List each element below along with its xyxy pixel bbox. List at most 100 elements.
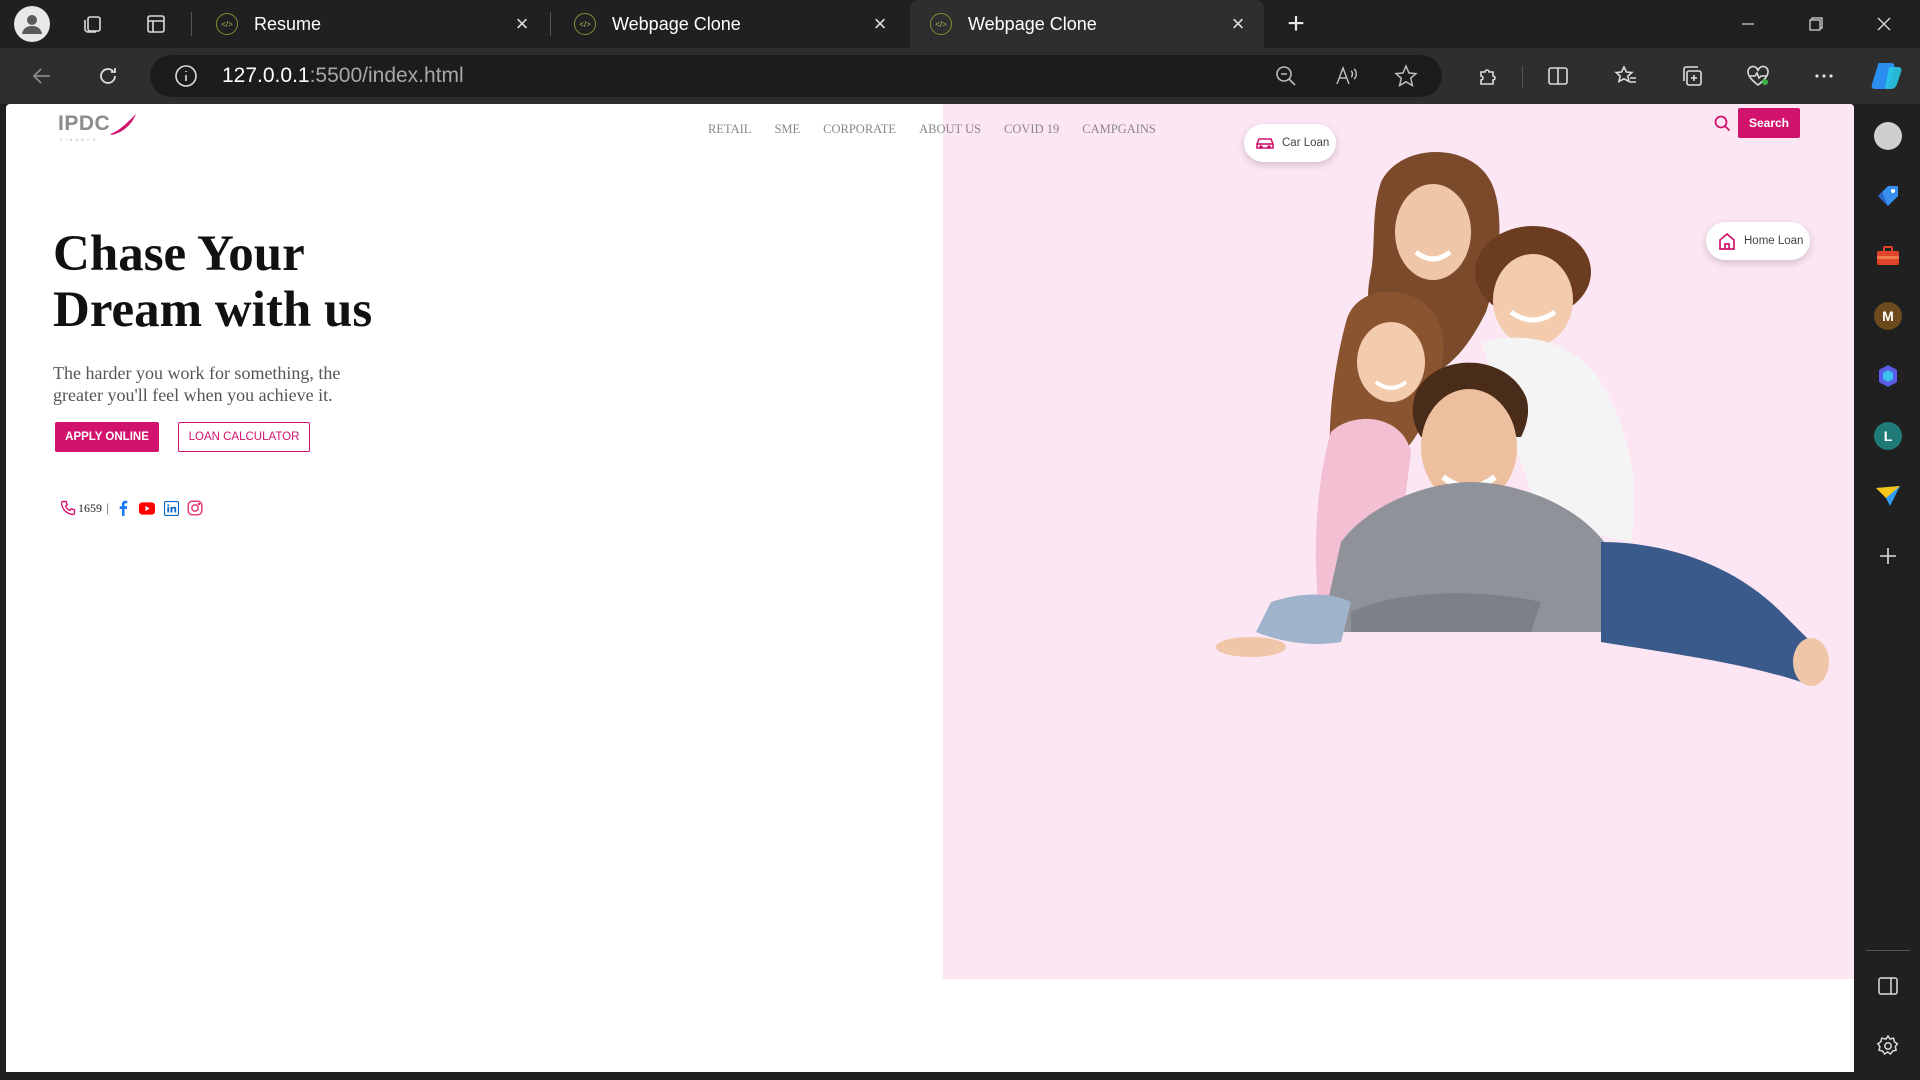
logo-swoosh-icon — [110, 114, 136, 135]
apply-online-button[interactable]: APPLY ONLINE — [55, 422, 159, 452]
home-loan-pill[interactable]: Home Loan — [1706, 222, 1810, 260]
main-nav: RETAIL SME CORPORATE ABOUT US COVID 19 C… — [708, 122, 1179, 137]
collections-icon — [1683, 66, 1702, 86]
hotline-number[interactable]: 1659 — [78, 501, 102, 516]
read-aloud-icon[interactable] — [1334, 64, 1360, 93]
contact-separator: | — [106, 501, 110, 515]
new-tab-button[interactable]: + — [1278, 6, 1314, 42]
tab-separator — [191, 12, 192, 36]
send-arrow-icon[interactable] — [1872, 480, 1904, 512]
sidebar-profile-circle[interactable] — [1872, 120, 1904, 152]
site-info-icon[interactable] — [174, 64, 198, 88]
url-text: 127.0.0.1:5500/index.html — [222, 64, 464, 87]
sidebar-settings-button[interactable] — [1872, 1030, 1904, 1062]
edge-sidebar: M L — [1856, 104, 1920, 1080]
refresh-icon — [100, 68, 116, 84]
shopping-tag-icon[interactable] — [1872, 180, 1904, 212]
toolbox-icon[interactable] — [1872, 240, 1904, 272]
tab-favicon-icon: </> — [216, 13, 238, 35]
copilot-button[interactable] — [1868, 58, 1904, 94]
nav-corporate[interactable]: CORPORATE — [823, 122, 896, 137]
car-loan-pill[interactable]: Car Loan — [1244, 124, 1336, 162]
workspaces-button[interactable] — [74, 6, 110, 42]
search-button[interactable]: Search — [1738, 108, 1800, 138]
toolbar-divider — [1522, 66, 1523, 88]
phone-icon — [60, 500, 76, 516]
tab-bar: </> Resume × </> Webpage Clone × </> Web… — [0, 0, 1920, 48]
close-tab-icon[interactable]: × — [1226, 12, 1250, 36]
arrow-left-icon — [32, 68, 50, 84]
copilot-sidebar-icon[interactable] — [1872, 360, 1904, 392]
nav-about-us[interactable]: ABOUT US — [919, 122, 981, 137]
tab-actions-button[interactable] — [138, 6, 174, 42]
collections-button[interactable] — [1674, 58, 1710, 94]
page-viewport: IPDC FINANCE RETAIL SME CORPORATE ABOUT … — [6, 104, 1854, 1072]
logo-subtext: FINANCE — [60, 137, 99, 142]
ipdc-logo[interactable]: IPDC FINANCE — [58, 112, 136, 142]
workspaces-icon — [84, 16, 101, 33]
search-icon[interactable] — [1712, 113, 1732, 133]
hero-subtitle: The harder you work for something, the g… — [53, 363, 341, 405]
home-icon — [1716, 230, 1738, 252]
sidebar-app-m[interactable]: M — [1872, 300, 1904, 332]
tab-webpage-clone-2[interactable]: </> Webpage Clone × — [910, 0, 1264, 48]
back-button[interactable] — [24, 58, 60, 94]
hide-sidebar-button[interactable] — [1872, 970, 1904, 1002]
heart-pulse-icon — [1747, 65, 1769, 86]
sidebar-divider — [1866, 950, 1910, 951]
facebook-icon[interactable] — [115, 500, 131, 516]
tab-separator — [550, 12, 551, 36]
split-screen-icon — [1548, 67, 1568, 85]
close-window-button[interactable] — [1850, 0, 1918, 48]
nav-retail[interactable]: RETAIL — [708, 122, 751, 137]
more-dots-icon — [1815, 74, 1833, 78]
restore-button[interactable] — [1782, 0, 1850, 48]
nav-sme[interactable]: SME — [774, 122, 800, 137]
minimize-button[interactable] — [1714, 0, 1782, 48]
add-sidebar-app-button[interactable] — [1872, 540, 1904, 572]
nav-campaigns[interactable]: CAMPGAINS — [1082, 122, 1156, 137]
tab-title: Webpage Clone — [968, 13, 1097, 34]
favorites-button[interactable] — [1608, 58, 1644, 94]
nav-covid-19[interactable]: COVID 19 — [1004, 122, 1059, 137]
address-bar[interactable]: 127.0.0.1:5500/index.html — [150, 55, 1442, 97]
puzzle-icon — [1480, 69, 1496, 85]
zoom-out-icon[interactable] — [1274, 64, 1298, 93]
refresh-button[interactable] — [90, 58, 126, 94]
logo-text: IPDC — [58, 112, 111, 135]
tab-actions-icon — [147, 15, 165, 33]
window-bottom-edge — [0, 1072, 1856, 1080]
minimize-icon — [1742, 23, 1754, 25]
tab-webpage-clone-1[interactable]: </> Webpage Clone × — [554, 0, 906, 48]
linkedin-icon[interactable] — [163, 500, 179, 516]
tab-favicon-icon: </> — [574, 13, 596, 35]
tab-title: Webpage Clone — [612, 13, 741, 34]
car-icon — [1254, 132, 1276, 154]
youtube-icon[interactable] — [139, 500, 156, 516]
copilot-icon — [1871, 63, 1902, 89]
home-loan-label: Home Loan — [1744, 235, 1804, 247]
loan-calculator-button[interactable]: LOAN CALCULATOR — [178, 422, 310, 452]
hero-title: Chase Your Dream with us — [53, 226, 373, 338]
profile-avatar[interactable] — [14, 6, 50, 42]
sidebar-app-l[interactable]: L — [1872, 420, 1904, 452]
browser-toolbar: 127.0.0.1:5500/index.html — [0, 48, 1920, 104]
browser-essentials-button[interactable] — [1740, 58, 1776, 94]
gear-icon — [1876, 1034, 1899, 1056]
tab-favicon-icon: </> — [930, 13, 952, 35]
close-icon — [1877, 17, 1891, 31]
tab-title: Resume — [254, 13, 322, 34]
restore-icon — [1809, 17, 1823, 31]
car-loan-label: Car Loan — [1282, 137, 1330, 149]
split-screen-button[interactable] — [1540, 58, 1576, 94]
favorite-star-icon[interactable] — [1394, 64, 1418, 93]
close-tab-icon[interactable]: × — [510, 12, 534, 36]
contact-row: 1659 | — [60, 500, 211, 516]
close-tab-icon[interactable]: × — [868, 12, 892, 36]
extensions-button[interactable] — [1470, 58, 1506, 94]
sidebar-panel-icon — [1878, 977, 1898, 995]
tab-resume[interactable]: </> Resume × — [196, 0, 548, 48]
instagram-icon[interactable] — [187, 500, 203, 516]
favorites-icon — [1614, 65, 1636, 84]
more-menu-button[interactable] — [1806, 58, 1842, 94]
